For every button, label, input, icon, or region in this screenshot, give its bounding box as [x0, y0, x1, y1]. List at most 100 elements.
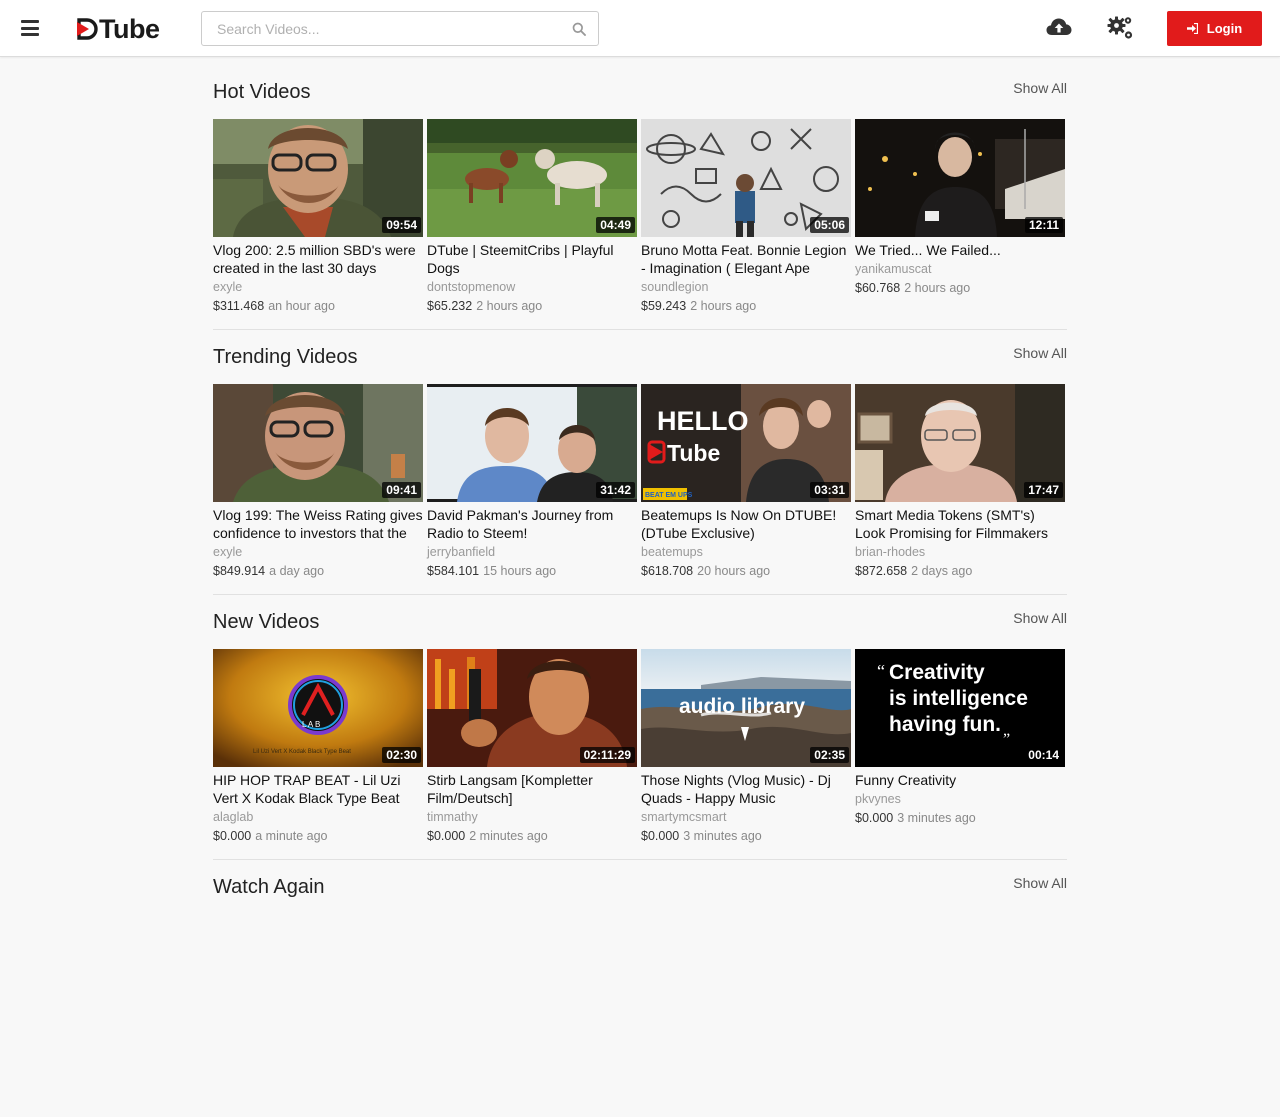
video-card[interactable]: L A B Lil Uzi Vert X Kodak Black Type Be…: [213, 649, 423, 845]
video-thumbnail[interactable]: audio library 02:35: [641, 649, 851, 767]
video-row: 09:54 Vlog 200: 2.5 million SBD's were c…: [213, 119, 1067, 329]
video-author[interactable]: yanikamuscat: [855, 260, 1065, 278]
video-meta: $0.000 a minute ago: [213, 827, 423, 845]
video-card[interactable]: 09:41 Vlog 199: The Weiss Rating gives c…: [213, 384, 423, 580]
video-card[interactable]: 17:47 Smart Media Tokens (SMT's) Look Pr…: [855, 384, 1065, 580]
video-card[interactable]: 05:06 Bruno Motta Feat. Bonnie Legion - …: [641, 119, 851, 315]
video-thumbnail[interactable]: 04:49: [427, 119, 637, 237]
video-thumbnail[interactable]: “ Creativity is intelligence having fun.…: [855, 649, 1065, 767]
svg-text:“: “: [877, 661, 885, 681]
video-meta: $0.000 2 minutes ago: [427, 827, 637, 845]
show-all-link[interactable]: Show All: [1013, 345, 1067, 361]
video-duration: 31:42: [596, 482, 635, 498]
video-value: $0.000: [641, 829, 680, 843]
thumb-lab-text: L A B: [302, 720, 320, 729]
dtube-logo[interactable]: Tube: [77, 14, 160, 44]
video-author[interactable]: exyle: [213, 278, 423, 296]
video-thumbnail[interactable]: 02:11:29: [427, 649, 637, 767]
video-meta: $311.468 an hour ago: [213, 297, 423, 315]
video-card[interactable]: 12:11 We Tried... We Failed... yanikamus…: [855, 119, 1065, 297]
section-watch-again: Watch Again Show All: [213, 852, 1067, 1117]
video-value: $60.768: [855, 281, 901, 295]
video-time-ago: 3 minutes ago: [683, 829, 762, 843]
search-box: [201, 11, 599, 46]
video-duration: 03:31: [810, 482, 849, 498]
video-author[interactable]: pkvynes: [855, 790, 1065, 808]
login-button[interactable]: Login: [1167, 11, 1262, 46]
video-title[interactable]: HIP HOP TRAP BEAT - Lil Uzi Vert X Kodak…: [213, 771, 423, 807]
video-value: $0.000: [855, 811, 894, 825]
video-card[interactable]: 02:11:29 Stirb Langsam [Kompletter Film/…: [427, 649, 637, 845]
video-thumbnail[interactable]: L A B Lil Uzi Vert X Kodak Black Type Be…: [213, 649, 423, 767]
show-all-link[interactable]: Show All: [1013, 875, 1067, 891]
video-time-ago: an hour ago: [268, 299, 335, 313]
video-meta: $60.768 2 hours ago: [855, 279, 1065, 297]
top-bar: Tube Lo: [0, 0, 1280, 57]
section-hot-videos: Hot Videos Show All 09:54 Vlog 200: 2.5 …: [213, 57, 1067, 330]
thumb-audio-library-text: audio library: [679, 695, 805, 718]
video-duration: 05:06: [810, 217, 849, 233]
video-author[interactable]: exyle: [213, 543, 423, 561]
video-author[interactable]: brian-rhodes: [855, 543, 1065, 561]
video-meta: $618.708 20 hours ago: [641, 562, 851, 580]
video-title[interactable]: We Tried... We Failed...: [855, 241, 1065, 259]
video-author[interactable]: smartymcsmart: [641, 808, 851, 826]
video-thumbnail[interactable]: 12:11: [855, 119, 1065, 237]
show-all-link[interactable]: Show All: [1013, 80, 1067, 96]
video-title[interactable]: Smart Media Tokens (SMT's) Look Promisin…: [855, 506, 1065, 542]
search-input[interactable]: [202, 12, 552, 45]
video-card[interactable]: 04:49 DTube | SteemitCribs | Playful Dog…: [427, 119, 637, 315]
video-time-ago: a day ago: [269, 564, 325, 578]
video-duration: 02:11:29: [579, 747, 635, 763]
video-time-ago: 2 days ago: [911, 564, 973, 578]
video-title[interactable]: DTube | SteemitCribs | Playful Dogs: [427, 241, 637, 277]
settings-gears-icon[interactable]: [1107, 15, 1134, 41]
video-thumbnail[interactable]: 09:54: [213, 119, 423, 237]
video-author[interactable]: timmathy: [427, 808, 637, 826]
menu-icon[interactable]: [21, 20, 39, 36]
video-author[interactable]: jerrybanfield: [427, 543, 637, 561]
video-thumbnail[interactable]: 05:06: [641, 119, 851, 237]
video-title[interactable]: Stirb Langsam [Kompletter Film/Deutsch]: [427, 771, 637, 807]
thumb-quote-line2: is intelligence: [889, 687, 1028, 710]
video-title[interactable]: David Pakman's Journey from Radio to Ste…: [427, 506, 637, 542]
video-title[interactable]: Those Nights (Vlog Music) - Dj Quads - H…: [641, 771, 851, 807]
video-duration: 12:11: [1024, 217, 1063, 233]
video-card[interactable]: “ Creativity is intelligence having fun.…: [855, 649, 1065, 827]
dtube-logo-icon: [77, 18, 98, 40]
svg-text:„: „: [1003, 722, 1010, 739]
search-icon[interactable]: [572, 22, 586, 36]
video-time-ago: 2 hours ago: [904, 281, 971, 295]
video-author[interactable]: dontstopmenow: [427, 278, 637, 296]
video-duration: 17:47: [1024, 482, 1063, 498]
thumb-lab-caption: Lil Uzi Vert X Kodak Black Type Beat: [253, 749, 351, 755]
video-title[interactable]: Vlog 199: The Weiss Rating gives confide…: [213, 506, 423, 542]
video-time-ago: 2 hours ago: [476, 299, 543, 313]
video-card[interactable]: 09:54 Vlog 200: 2.5 million SBD's were c…: [213, 119, 423, 315]
video-thumbnail[interactable]: HELLO Tube BEAT EM UPS 03:31: [641, 384, 851, 502]
video-thumbnail[interactable]: 09:41: [213, 384, 423, 502]
video-author[interactable]: beatemups: [641, 543, 851, 561]
video-author[interactable]: soundlegion: [641, 278, 851, 296]
video-card[interactable]: 31:42 David Pakman's Journey from Radio …: [427, 384, 637, 580]
video-thumbnail[interactable]: 31:42: [427, 384, 637, 502]
video-card[interactable]: audio library 02:35 Those Nights (Vlog M…: [641, 649, 851, 845]
video-card[interactable]: HELLO Tube BEAT EM UPS 03:31 Beatemups I…: [641, 384, 851, 580]
logo-wordmark: Tube: [99, 14, 160, 44]
video-duration: 02:35: [810, 747, 849, 763]
video-title[interactable]: Funny Creativity: [855, 771, 1065, 789]
video-title[interactable]: Bruno Motta Feat. Bonnie Legion - Imagin…: [641, 241, 851, 277]
show-all-link[interactable]: Show All: [1013, 610, 1067, 626]
video-duration: 04:49: [596, 217, 635, 233]
video-title[interactable]: Beatemups Is Now On DTUBE! (DTube Exclus…: [641, 506, 851, 542]
section-trending-videos: Trending Videos Show All 09:41 Vlog 199:…: [213, 322, 1067, 595]
video-meta: $0.000 3 minutes ago: [855, 809, 1065, 827]
video-time-ago: a minute ago: [255, 829, 328, 843]
video-thumbnail[interactable]: 17:47: [855, 384, 1065, 502]
video-author[interactable]: alaglab: [213, 808, 423, 826]
upload-cloud-icon[interactable]: [1046, 16, 1072, 38]
video-time-ago: 20 hours ago: [697, 564, 771, 578]
video-title[interactable]: Vlog 200: 2.5 million SBD's were created…: [213, 241, 423, 277]
video-time-ago: 2 minutes ago: [469, 829, 548, 843]
video-row: L A B Lil Uzi Vert X Kodak Black Type Be…: [213, 649, 1067, 859]
